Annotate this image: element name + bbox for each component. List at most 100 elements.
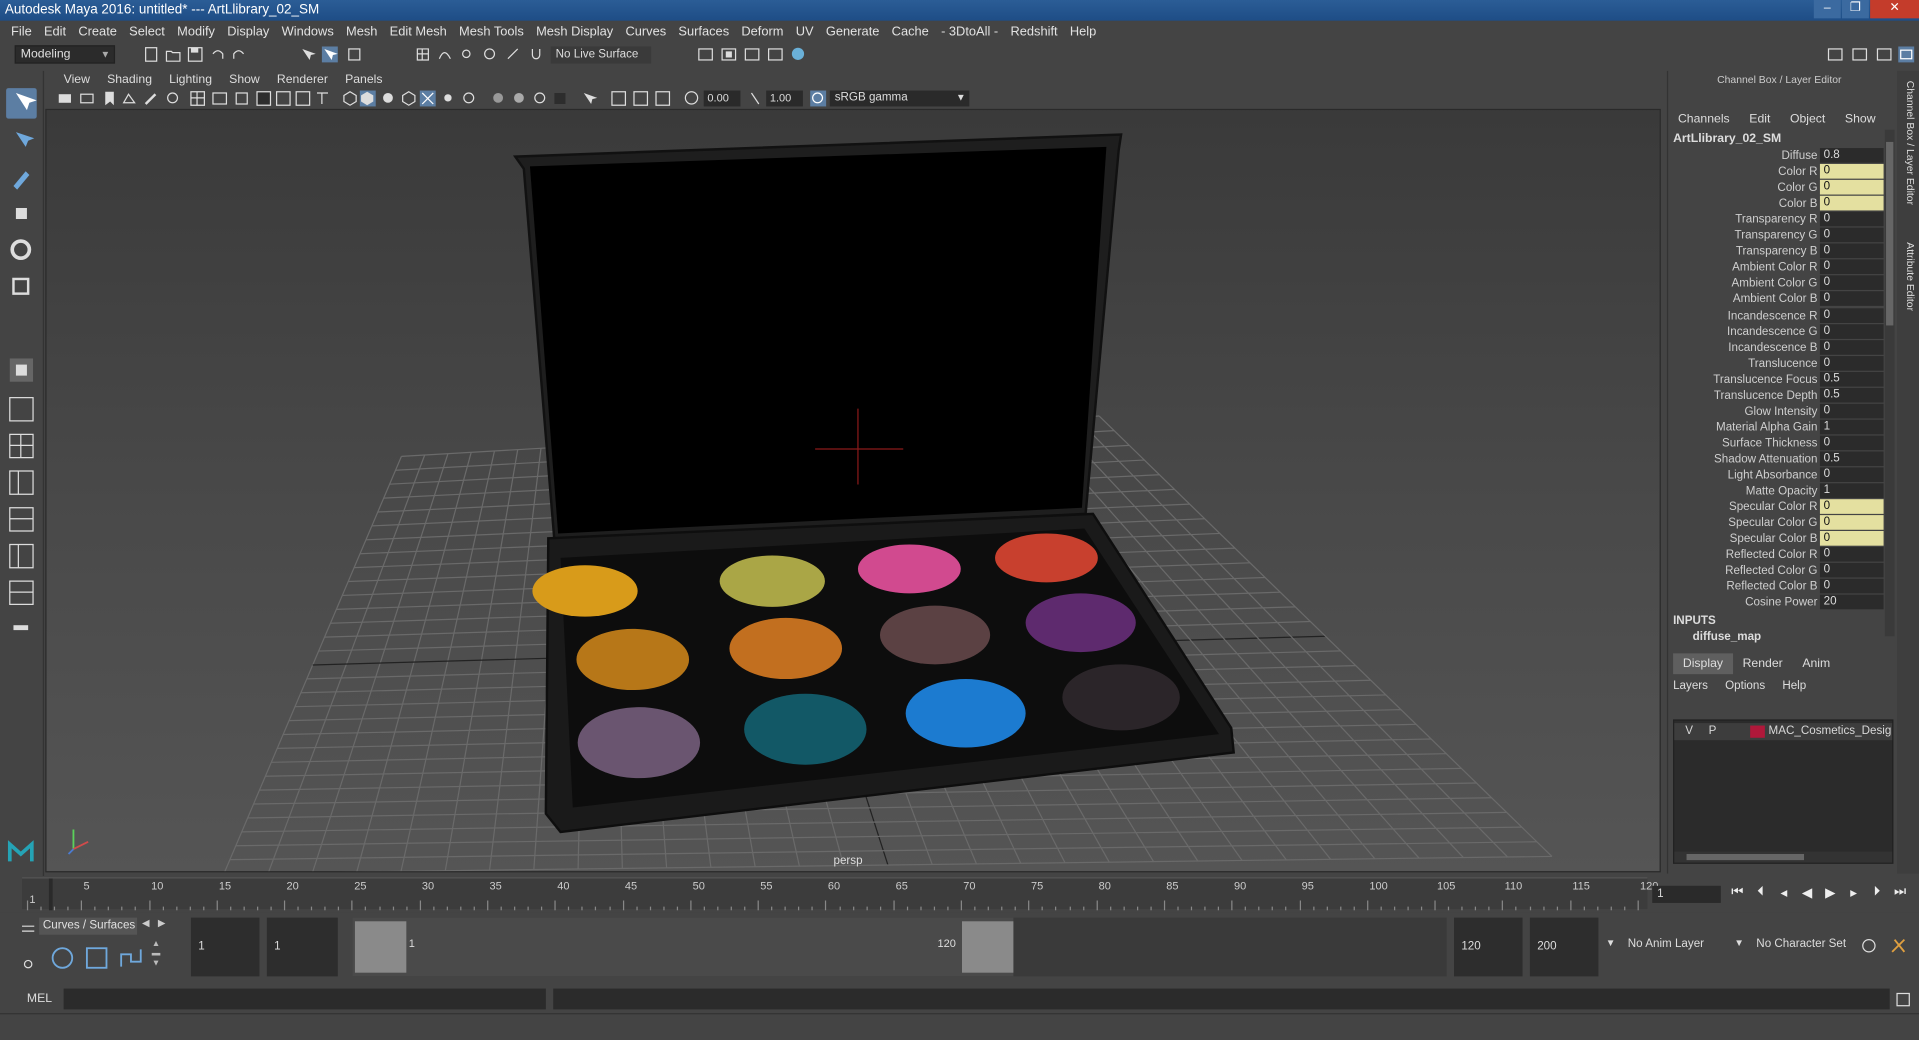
persp-outliner-layout-icon[interactable] xyxy=(6,467,37,498)
attribute-value-field[interactable]: 0 xyxy=(1819,291,1884,307)
tab-attribute-editor[interactable]: Attribute Editor xyxy=(1899,242,1916,311)
move-tool-icon[interactable] xyxy=(6,198,37,229)
script-language-toggle[interactable]: MEL xyxy=(27,992,52,1005)
paint-select-tool-icon[interactable] xyxy=(6,162,37,193)
close-button[interactable]: ✕ xyxy=(1870,0,1919,19)
attribute-editor-toggle-icon[interactable] xyxy=(1876,46,1892,62)
attribute-label[interactable]: Specular Color G xyxy=(1728,515,1817,531)
attribute-label[interactable]: Glow Intensity xyxy=(1744,404,1817,420)
wireframe-icon[interactable] xyxy=(343,91,359,107)
attribute-value-field[interactable]: 0 xyxy=(1819,579,1884,594)
channel-box-toggle-icon[interactable] xyxy=(1898,46,1915,63)
menu-deform[interactable]: Deform xyxy=(735,24,789,39)
pan-red[interactable] xyxy=(995,533,1098,583)
layer-color-swatch[interactable] xyxy=(1750,725,1765,738)
attribute-label[interactable]: Surface Thickness xyxy=(1722,435,1817,451)
menu-edit-mesh[interactable]: Edit Mesh xyxy=(384,24,453,39)
attribute-value-field[interactable]: 0 xyxy=(1819,547,1884,562)
go-to-start-button[interactable]: ⏮ xyxy=(1726,885,1749,901)
attribute-label[interactable]: Color G xyxy=(1777,180,1817,196)
xray-joints-icon[interactable] xyxy=(611,91,627,107)
menu-3dtoall[interactable]: - 3DtoAll - xyxy=(935,24,1004,39)
menu-windows[interactable]: Windows xyxy=(275,24,339,39)
attribute-label[interactable]: Ambient Color G xyxy=(1732,276,1818,292)
attribute-value-field[interactable]: 0 xyxy=(1819,275,1884,291)
attribute-value-field[interactable]: 0 xyxy=(1819,211,1884,227)
time-slider-track[interactable]: 1 5 10 15 20 25 30 35 40 45 50 55 60 65 70 75 80 85 90 95 10… xyxy=(22,877,1658,911)
render-current-frame-icon[interactable] xyxy=(721,46,737,62)
nurbs-circle-icon[interactable] xyxy=(49,945,76,972)
camera-attributes-icon[interactable] xyxy=(80,91,96,107)
custom-layout-icon[interactable] xyxy=(6,613,37,644)
shelf-prev-icon[interactable]: ◀ xyxy=(142,918,150,929)
channel-menu-edit[interactable]: Edit xyxy=(1749,113,1770,126)
menu-set-select[interactable]: Modeling ▼ xyxy=(14,45,116,64)
playback-end-field[interactable]: 120 xyxy=(1453,917,1523,977)
menu-mesh[interactable]: Mesh xyxy=(340,24,384,39)
four-view-layout-icon[interactable] xyxy=(6,431,37,462)
field-chart-icon[interactable] xyxy=(275,91,291,107)
attribute-label[interactable]: Incandescence R xyxy=(1728,308,1818,324)
save-scene-icon[interactable] xyxy=(187,46,203,62)
attribute-label[interactable]: Material Alpha Gain xyxy=(1716,419,1817,435)
film-gate-icon[interactable] xyxy=(212,91,228,107)
gamma-field[interactable]: 1.00 xyxy=(766,90,803,107)
input-node-name[interactable]: diffuse_map xyxy=(1693,630,1762,643)
start-time-field[interactable]: 1 xyxy=(190,917,260,977)
shadows-icon[interactable] xyxy=(441,91,457,107)
attribute-value-field[interactable]: 0 xyxy=(1819,355,1884,371)
soft-select-icon[interactable] xyxy=(6,355,37,386)
pan-teal[interactable] xyxy=(744,693,867,765)
pan-ochre[interactable] xyxy=(576,628,690,691)
attribute-label[interactable]: Reflected Color G xyxy=(1725,563,1817,579)
attribute-label[interactable]: Reflected Color B xyxy=(1726,579,1817,595)
multisample-aa-icon[interactable] xyxy=(532,91,548,107)
backface-culling-icon[interactable] xyxy=(655,91,671,107)
2d-pan-zoom-icon[interactable] xyxy=(165,91,181,107)
render-view-icon[interactable] xyxy=(767,46,783,62)
chevron-down-icon[interactable]: ▼ xyxy=(1734,937,1744,948)
bookmarks-icon[interactable] xyxy=(102,91,118,107)
shelf-tab-curves-surfaces[interactable]: Curves / Surfaces xyxy=(39,917,138,935)
menu-uv[interactable]: UV xyxy=(790,24,820,39)
snap-point-icon[interactable] xyxy=(459,46,475,62)
open-scene-icon[interactable] xyxy=(165,46,181,62)
attribute-value-field[interactable]: 0 xyxy=(1819,435,1884,451)
attribute-value-field[interactable]: 0 xyxy=(1819,515,1884,530)
layer-playback-toggle[interactable]: P xyxy=(1709,723,1717,740)
object-name[interactable]: ArtLlibrary_02_SM xyxy=(1673,132,1781,145)
attribute-label[interactable]: Incandescence B xyxy=(1728,340,1817,356)
attribute-label[interactable]: Ambient Color B xyxy=(1733,292,1818,308)
pan-mauve[interactable] xyxy=(577,707,701,779)
auto-key-icon[interactable] xyxy=(1860,937,1877,954)
safe-action-icon[interactable] xyxy=(295,91,311,107)
shelf-settings-icon[interactable] xyxy=(21,957,36,972)
snap-grid-icon[interactable] xyxy=(415,46,431,62)
attribute-value-field[interactable]: 0.8 xyxy=(1819,148,1884,163)
step-forward-frame-button[interactable]: ▸ xyxy=(1842,885,1865,901)
attribute-value-field[interactable]: 1 xyxy=(1819,419,1884,435)
pan-purple[interactable] xyxy=(1025,593,1136,653)
attribute-value-field[interactable]: 1 xyxy=(1819,483,1884,499)
default-lighting-icon[interactable] xyxy=(381,91,397,107)
channel-menu-channels[interactable]: Channels xyxy=(1678,113,1730,126)
grid-icon[interactable] xyxy=(190,91,206,107)
perspective-viewport[interactable]: persp xyxy=(45,108,1661,873)
hypershade-icon[interactable] xyxy=(791,46,807,62)
attribute-value-field[interactable]: 0 xyxy=(1819,563,1884,578)
attribute-value-field[interactable]: 0.5 xyxy=(1819,371,1884,387)
menu-mesh-tools[interactable]: Mesh Tools xyxy=(453,24,530,39)
panel-menu-shading[interactable]: Shading xyxy=(99,73,161,86)
attribute-label[interactable]: Transparency G xyxy=(1735,228,1818,244)
new-scene-icon[interactable] xyxy=(143,46,159,62)
select-camera-icon[interactable] xyxy=(58,91,74,107)
tab-channel-box-layer-editor[interactable]: Channel Box / Layer Editor xyxy=(1899,81,1916,205)
character-set-select[interactable]: No Character Set xyxy=(1756,937,1846,950)
panel-menu-lighting[interactable]: Lighting xyxy=(161,73,221,86)
tab-render[interactable]: Render xyxy=(1733,653,1793,674)
outliner-layout-icon[interactable] xyxy=(6,577,37,608)
select-by-component-icon[interactable] xyxy=(346,46,362,62)
layer-row[interactable]: V P MAC_Cosmetics_Designer xyxy=(1674,723,1893,741)
range-slider[interactable]: 1 120 xyxy=(352,917,1447,977)
viewport-scene[interactable] xyxy=(47,110,1661,872)
